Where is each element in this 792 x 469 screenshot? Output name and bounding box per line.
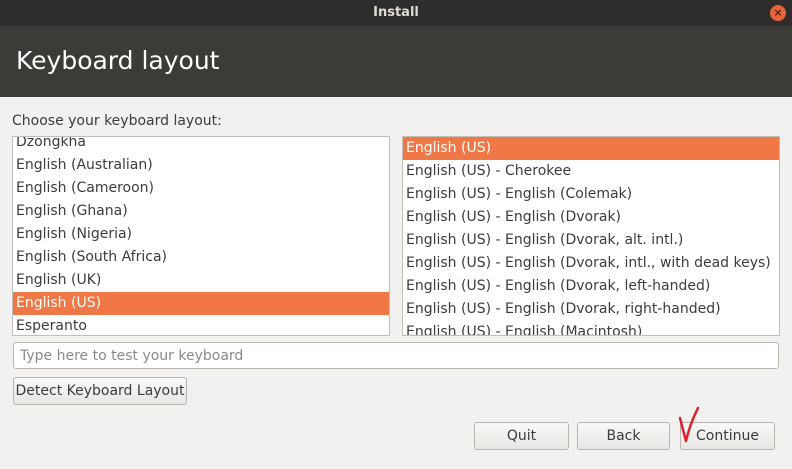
list-item[interactable]: English (Ghana) — [13, 200, 389, 223]
layout-list[interactable]: Dzongkha English (Australian) English (Cam… — [12, 136, 390, 336]
list-item[interactable]: English (US) - English (Dvorak, right-ha… — [403, 298, 779, 321]
list-item[interactable]: English (US) - English (Colemak) — [403, 183, 779, 206]
list-item[interactable]: English (US) - English (Dvorak, left-han… — [403, 275, 779, 298]
list-item[interactable]: English (Australian) — [13, 154, 389, 177]
list-item[interactable]: English (US) - English (Dvorak) — [403, 206, 779, 229]
list-item[interactable]: English (US) - English (Dvorak, intl., w… — [403, 252, 779, 275]
page-title: Keyboard layout — [16, 46, 220, 75]
detect-keyboard-layout-button[interactable]: Detect Keyboard Layout — [13, 377, 187, 405]
layout-prompt-label: Choose your keyboard layout: — [12, 113, 222, 129]
page-header: Keyboard layout — [0, 26, 792, 97]
checkmark-annotation-icon — [678, 406, 700, 443]
list-item[interactable]: English (Cameroon) — [13, 177, 389, 200]
list-item[interactable]: English (US) — [13, 292, 389, 315]
quit-button[interactable]: Quit — [474, 422, 569, 450]
list-item[interactable]: English (South Africa) — [13, 246, 389, 269]
list-item[interactable]: English (US) - English (Macintosh) — [403, 321, 779, 335]
keyboard-test-input[interactable] — [13, 342, 779, 369]
list-item[interactable]: English (US) - English (Dvorak, alt. int… — [403, 229, 779, 252]
list-item[interactable]: English (UK) — [13, 269, 389, 292]
list-item[interactable]: English (US) - Cherokee — [403, 160, 779, 183]
list-item[interactable]: English (Nigeria) — [13, 223, 389, 246]
back-button[interactable]: Back — [577, 422, 670, 450]
variant-list[interactable]: English (US) English (US) - Cherokee Engli… — [402, 136, 780, 336]
close-icon[interactable]: × — [770, 5, 786, 21]
list-item[interactable]: Esperanto — [13, 315, 389, 335]
window-title: Install — [373, 5, 419, 20]
window-titlebar: Install × — [0, 0, 792, 26]
list-item[interactable]: Dzongkha — [13, 137, 389, 154]
list-item[interactable]: English (US) — [403, 137, 779, 160]
